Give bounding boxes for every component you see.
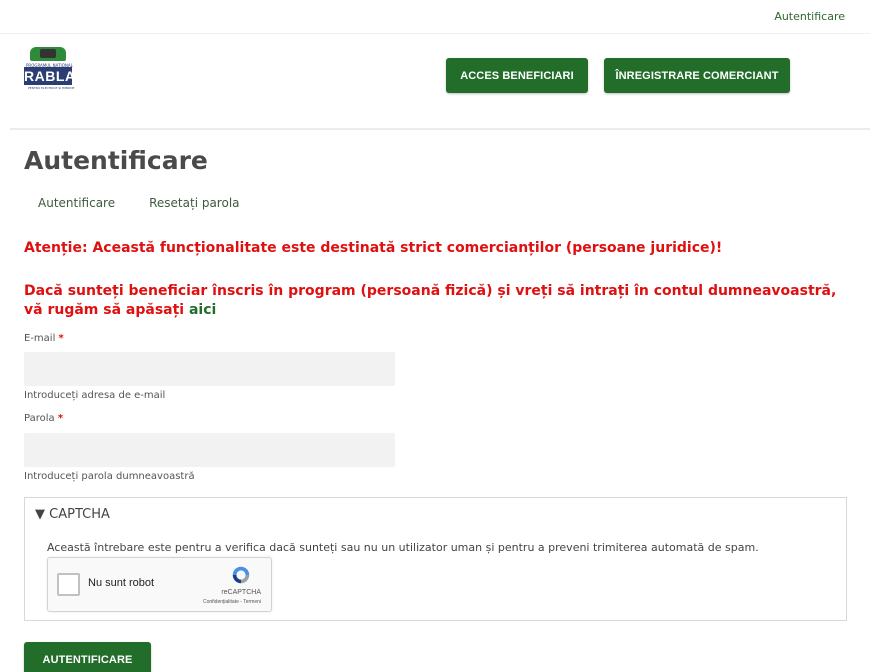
logo-main-text: RABLA: [24, 67, 76, 85]
email-required-mark: *: [58, 333, 64, 344]
email-label: E-mail *: [24, 333, 64, 344]
email-label-text: E-mail: [24, 333, 56, 344]
warning-beneficiary-text: Dacă sunteți beneficiar înscris în progr…: [24, 283, 837, 318]
acces-beneficiari-button[interactable]: ACCES BENEFICIARI: [446, 58, 588, 93]
recaptcha-widget: Nu sunt robot reCAPTCHA Confidențialitat…: [47, 557, 272, 612]
recaptcha-links[interactable]: Confidențialitate - Termeni: [203, 599, 261, 605]
top-bar: Autentificare: [0, 0, 870, 34]
logo-sub-text: PENTRU ELECTRICE ȘI HIBRIDE: [28, 86, 75, 90]
warning-commercial-only: Atenție: Această funcționalitate este de…: [24, 240, 723, 256]
top-login-link[interactable]: Autentificare: [774, 10, 845, 23]
page-title: Autentificare: [24, 146, 208, 175]
logo-car-icon: [30, 47, 66, 61]
password-label: Parola *: [24, 413, 63, 424]
password-label-text: Parola: [24, 413, 55, 424]
tabs: Autentificare Resetați parola: [38, 196, 240, 210]
captcha-toggle[interactable]: ▼ CAPTCHA: [35, 507, 110, 522]
captcha-description: Această întrebare este pentru a verifica…: [47, 541, 759, 554]
site-header: PROGRAMUL NAȚIONAL RABLA PENTRU ELECTRIC…: [0, 34, 870, 128]
inregistrare-comerciant-button[interactable]: ÎNREGISTRARE COMERCIANT: [604, 58, 790, 93]
recaptcha-icon: [232, 566, 250, 584]
rabla-logo[interactable]: PROGRAMUL NAȚIONAL RABLA PENTRU ELECTRIC…: [24, 47, 76, 91]
password-help: Introduceți parola dumneavoastră: [24, 471, 195, 482]
captcha-fieldset: ▼ CAPTCHA Această întrebare este pentru …: [24, 497, 847, 621]
tab-autentificare[interactable]: Autentificare: [38, 196, 115, 210]
recaptcha-label: Nu sunt robot: [88, 577, 155, 589]
password-input[interactable]: [24, 433, 395, 467]
password-required-mark: *: [57, 413, 64, 424]
header-divider: [10, 128, 870, 130]
warning-beneficiary: Dacă sunteți beneficiar înscris în progr…: [24, 282, 854, 320]
beneficiary-here-link[interactable]: aici: [189, 302, 216, 318]
email-input[interactable]: [24, 352, 395, 386]
login-submit-button[interactable]: AUTENTIFICARE: [24, 642, 151, 672]
recaptcha-brand: reCAPTCHA: [221, 589, 261, 596]
tab-resetare-parola[interactable]: Resetați parola: [149, 196, 239, 210]
email-help: Introduceți adresa de e-mail: [24, 390, 166, 401]
recaptcha-checkbox[interactable]: [57, 573, 80, 596]
